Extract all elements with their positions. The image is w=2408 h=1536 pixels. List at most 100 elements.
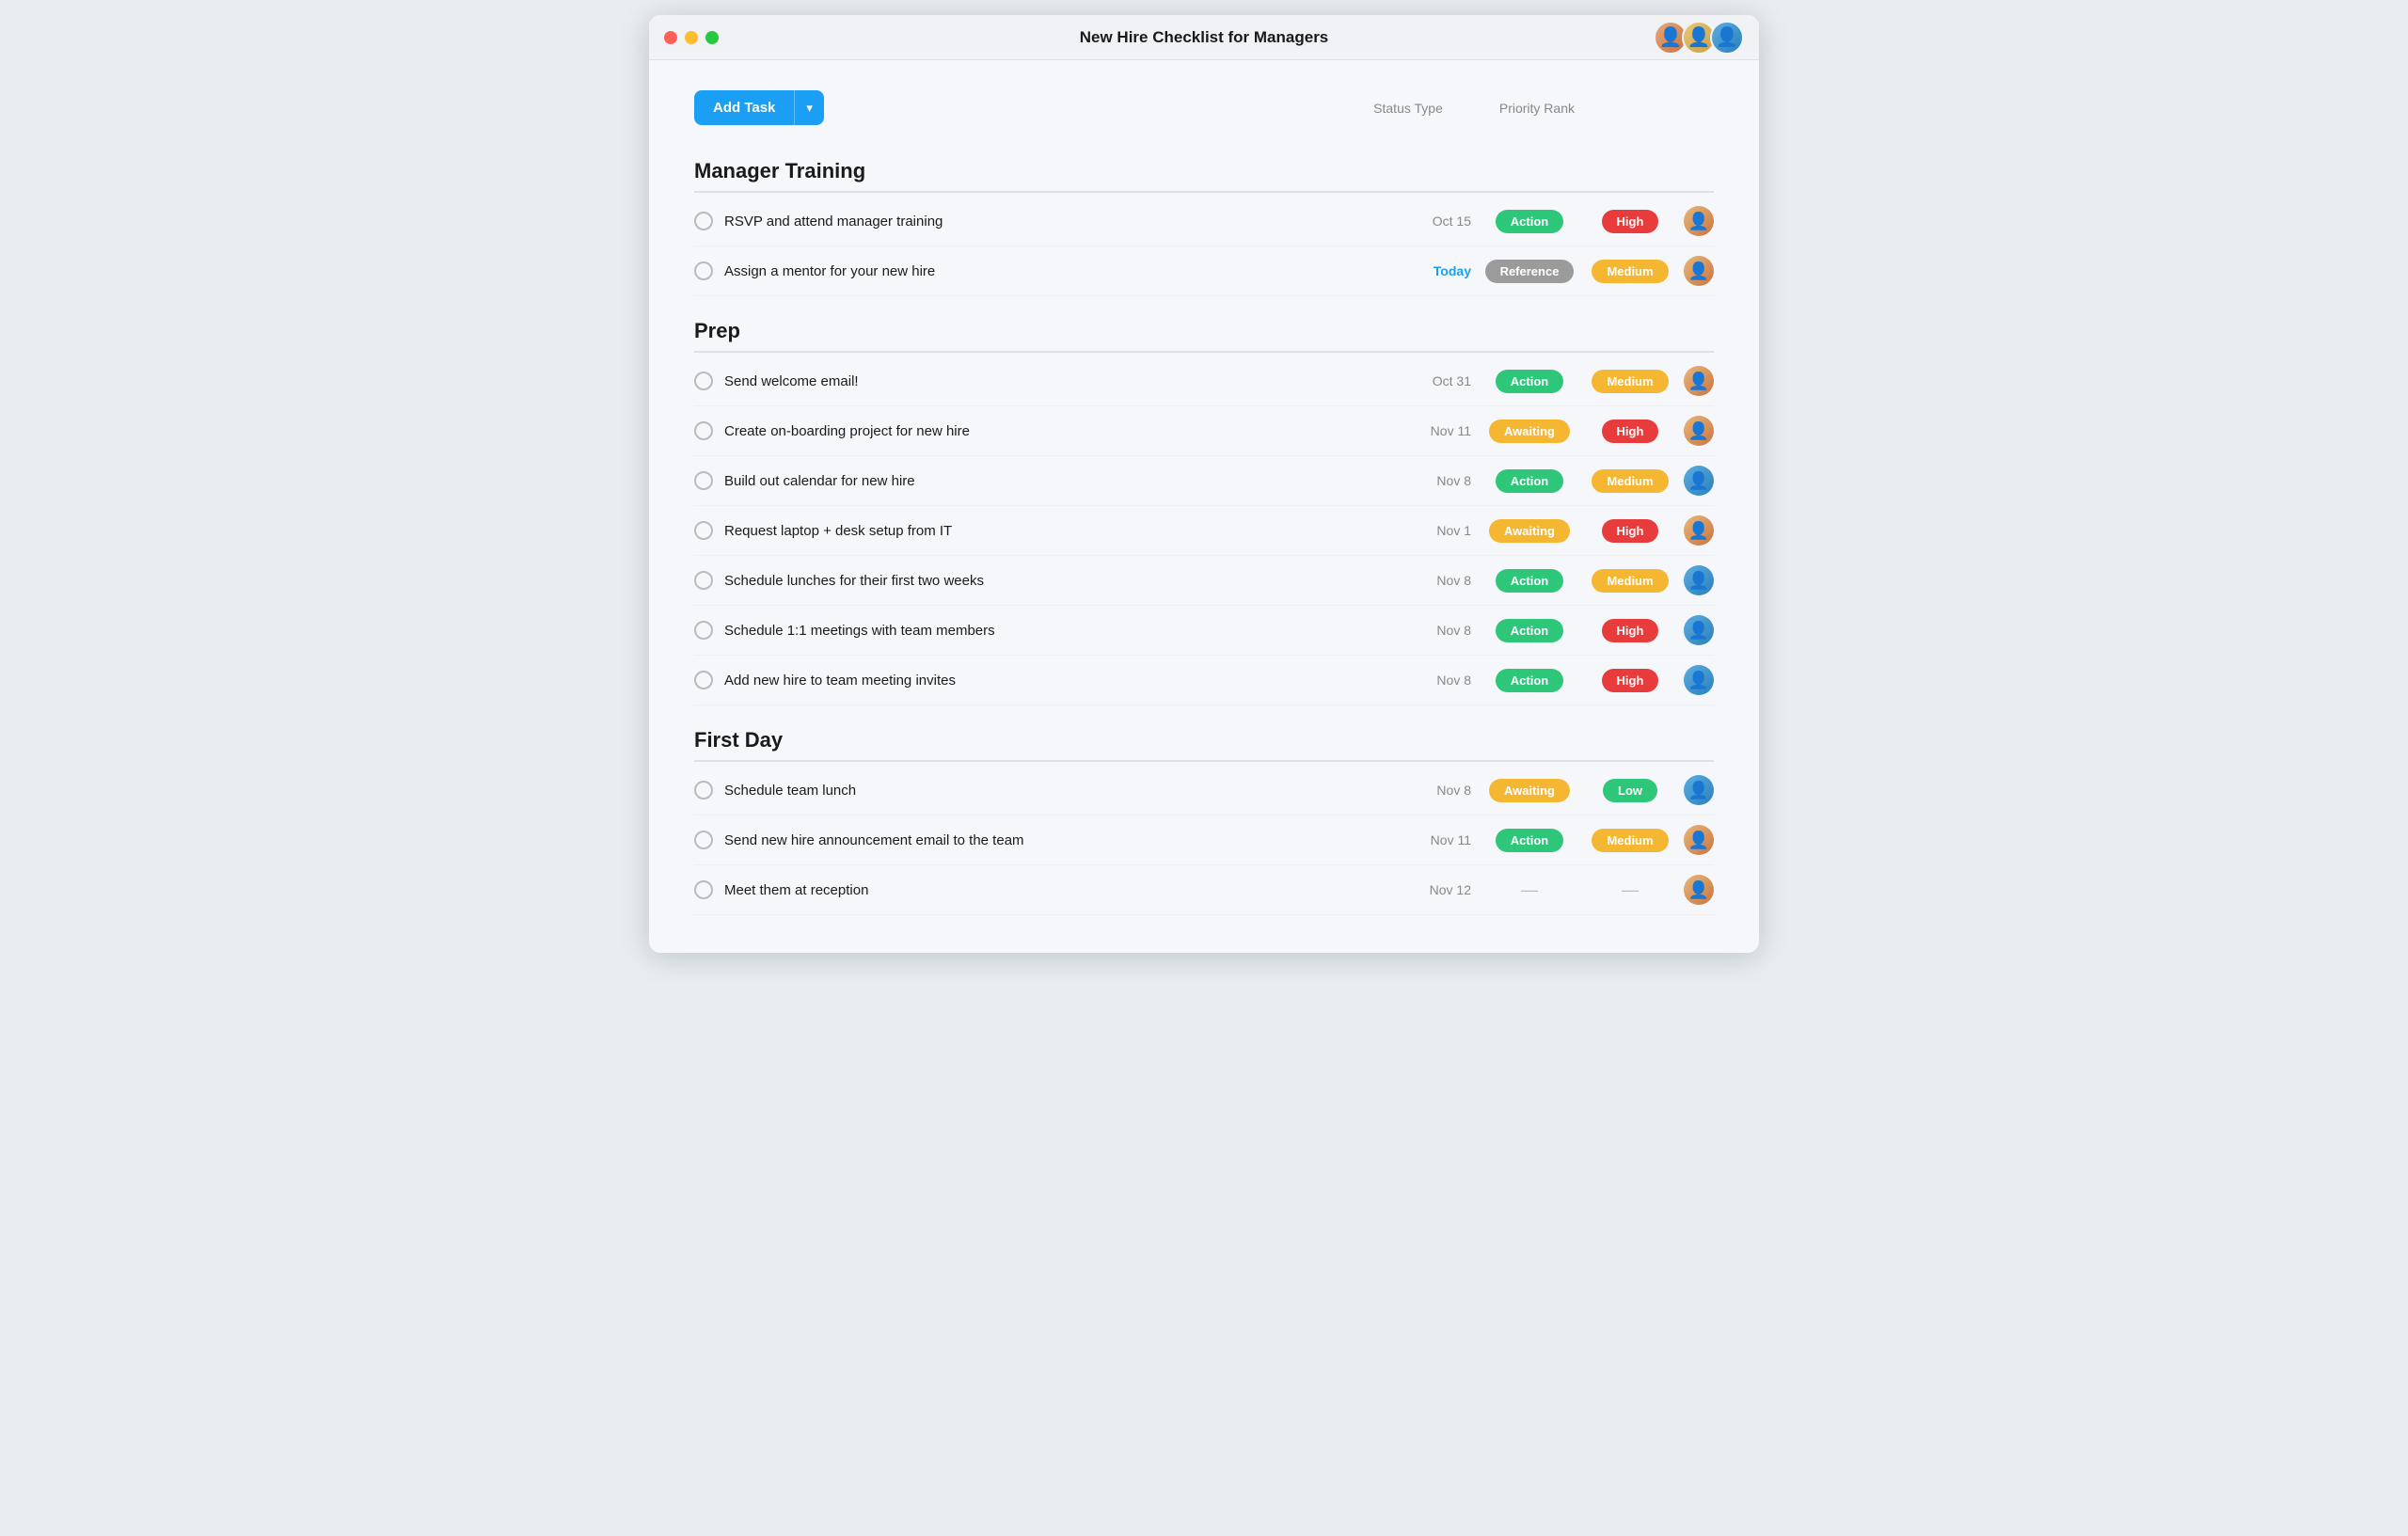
priority-badge[interactable]: Medium <box>1592 469 1668 493</box>
task-date: Nov 1 <box>1419 523 1471 538</box>
task-name: Schedule team lunch <box>724 783 1408 799</box>
sections-container: Manager TrainingRSVP and attend manager … <box>694 144 1714 915</box>
status-badge[interactable]: Action <box>1496 469 1563 493</box>
avatar[interactable]: 👤 <box>1684 615 1714 645</box>
task-name: Request laptop + desk setup from IT <box>724 523 1408 539</box>
task-checkbox[interactable] <box>694 571 713 590</box>
add-task-group: Add Task ▾ <box>694 90 824 125</box>
section-first-day: First DaySchedule team lunchNov 8Awaitin… <box>694 713 1714 915</box>
priority-badge[interactable]: High <box>1602 669 1659 692</box>
task-date: Today <box>1419 263 1471 278</box>
priority-badge[interactable]: High <box>1602 619 1659 642</box>
task-date: Nov 8 <box>1419 673 1471 688</box>
task-status: — <box>1482 880 1576 900</box>
avatar[interactable]: 👤 <box>1684 665 1714 695</box>
avatar[interactable]: 👤 <box>1684 875 1714 905</box>
avatar[interactable]: 👤 <box>1684 775 1714 805</box>
priority-badge[interactable]: Low <box>1603 779 1657 802</box>
priority-badge[interactable]: High <box>1602 210 1659 233</box>
status-badge[interactable]: Action <box>1496 370 1563 393</box>
task-name: Send new hire announcement email to the … <box>724 832 1408 848</box>
toolbar: Add Task ▾ Status Type Priority Rank <box>694 90 1714 125</box>
status-badge[interactable]: Action <box>1496 569 1563 593</box>
task-name: Add new hire to team meeting invites <box>724 673 1408 689</box>
close-button[interactable] <box>664 31 677 44</box>
maximize-button[interactable] <box>705 31 719 44</box>
task-checkbox[interactable] <box>694 831 713 849</box>
title-bar: New Hire Checklist for Managers 👤 👤 👤 <box>649 15 1759 60</box>
task-row: Send welcome email! Oct 31 Action Medium 👤 <box>694 356 1714 406</box>
task-date: Oct 31 <box>1419 373 1471 388</box>
task-checkbox[interactable] <box>694 471 713 490</box>
app-window: New Hire Checklist for Managers 👤 👤 👤 Ad… <box>649 15 1759 953</box>
task-status: Action <box>1482 619 1576 642</box>
section-title: Manager Training <box>694 144 1714 193</box>
avatar[interactable]: 👤 <box>1684 466 1714 496</box>
task-row: Add new hire to team meeting invites Nov … <box>694 656 1714 705</box>
task-checkbox[interactable] <box>694 781 713 800</box>
priority-badge[interactable]: Medium <box>1592 829 1668 852</box>
minimize-button[interactable] <box>685 31 698 44</box>
avatar[interactable]: 👤 <box>1684 825 1714 855</box>
task-date: Nov 8 <box>1419 573 1471 588</box>
avatar[interactable]: 👤 <box>1684 416 1714 446</box>
task-checkbox[interactable] <box>694 212 713 230</box>
task-status: Awaiting <box>1482 779 1576 802</box>
task-priority: High <box>1588 210 1672 233</box>
empty-priority: — <box>1592 880 1668 900</box>
task-status: Awaiting <box>1482 519 1576 543</box>
status-badge[interactable]: Action <box>1496 829 1563 852</box>
task-name: Meet them at reception <box>724 882 1408 898</box>
avatar[interactable]: 👤 <box>1684 366 1714 396</box>
task-checkbox[interactable] <box>694 521 713 540</box>
task-name: Send welcome email! <box>724 373 1408 389</box>
avatar[interactable]: 👤 <box>1684 206 1714 236</box>
add-task-dropdown-button[interactable]: ▾ <box>794 90 824 125</box>
status-badge[interactable]: Action <box>1496 669 1563 692</box>
task-name: Schedule lunches for their first two wee… <box>724 573 1408 589</box>
task-status: Awaiting <box>1482 420 1576 443</box>
task-checkbox[interactable] <box>694 421 713 440</box>
status-badge[interactable]: Awaiting <box>1489 420 1570 443</box>
status-badge[interactable]: Action <box>1496 619 1563 642</box>
task-priority: Low <box>1588 779 1672 802</box>
task-row: Schedule lunches for their first two wee… <box>694 556 1714 606</box>
avatar[interactable]: 👤 <box>1684 565 1714 595</box>
task-row: Assign a mentor for your new hireTodayRe… <box>694 246 1714 296</box>
main-content: Add Task ▾ Status Type Priority Rank Man… <box>649 60 1759 953</box>
task-checkbox[interactable] <box>694 372 713 390</box>
status-badge[interactable]: Reference <box>1485 260 1575 283</box>
task-checkbox[interactable] <box>694 261 713 280</box>
priority-badge[interactable]: High <box>1602 519 1659 543</box>
task-date: Nov 8 <box>1419 623 1471 638</box>
task-row: Schedule 1:1 meetings with team membersN… <box>694 606 1714 656</box>
section-title: Prep <box>694 304 1714 353</box>
status-badge[interactable]: Action <box>1496 210 1563 233</box>
task-status: Action <box>1482 669 1576 692</box>
status-badge[interactable]: Awaiting <box>1489 779 1570 802</box>
traffic-lights <box>664 31 719 44</box>
task-priority: High <box>1588 420 1672 443</box>
task-status: Action <box>1482 469 1576 493</box>
task-date: Nov 11 <box>1419 832 1471 847</box>
task-checkbox[interactable] <box>694 671 713 689</box>
avatar[interactable]: 👤 <box>1710 21 1744 55</box>
task-checkbox[interactable] <box>694 880 713 899</box>
status-badge[interactable]: Awaiting <box>1489 519 1570 543</box>
task-date: Oct 15 <box>1419 214 1471 229</box>
avatar[interactable]: 👤 <box>1684 256 1714 286</box>
priority-badge[interactable]: Medium <box>1592 260 1668 283</box>
section-prep: Prep Send welcome email! Oct 31 Action Mediu… <box>694 304 1714 705</box>
task-checkbox[interactable] <box>694 621 713 640</box>
priority-badge[interactable]: Medium <box>1592 370 1668 393</box>
task-row: Send new hire announcement email to the … <box>694 816 1714 865</box>
task-row: RSVP and attend manager trainingOct 15Ac… <box>694 197 1714 246</box>
task-priority: — <box>1588 880 1672 900</box>
add-task-button[interactable]: Add Task <box>694 90 794 125</box>
avatar[interactable]: 👤 <box>1684 515 1714 546</box>
priority-badge[interactable]: High <box>1602 420 1659 443</box>
task-row: Request laptop + desk setup from IT Nov 1… <box>694 506 1714 556</box>
task-row: Schedule team lunchNov 8AwaitingLow👤 <box>694 766 1714 816</box>
priority-badge[interactable]: Medium <box>1592 569 1668 593</box>
section-manager-training: Manager TrainingRSVP and attend manager … <box>694 144 1714 296</box>
